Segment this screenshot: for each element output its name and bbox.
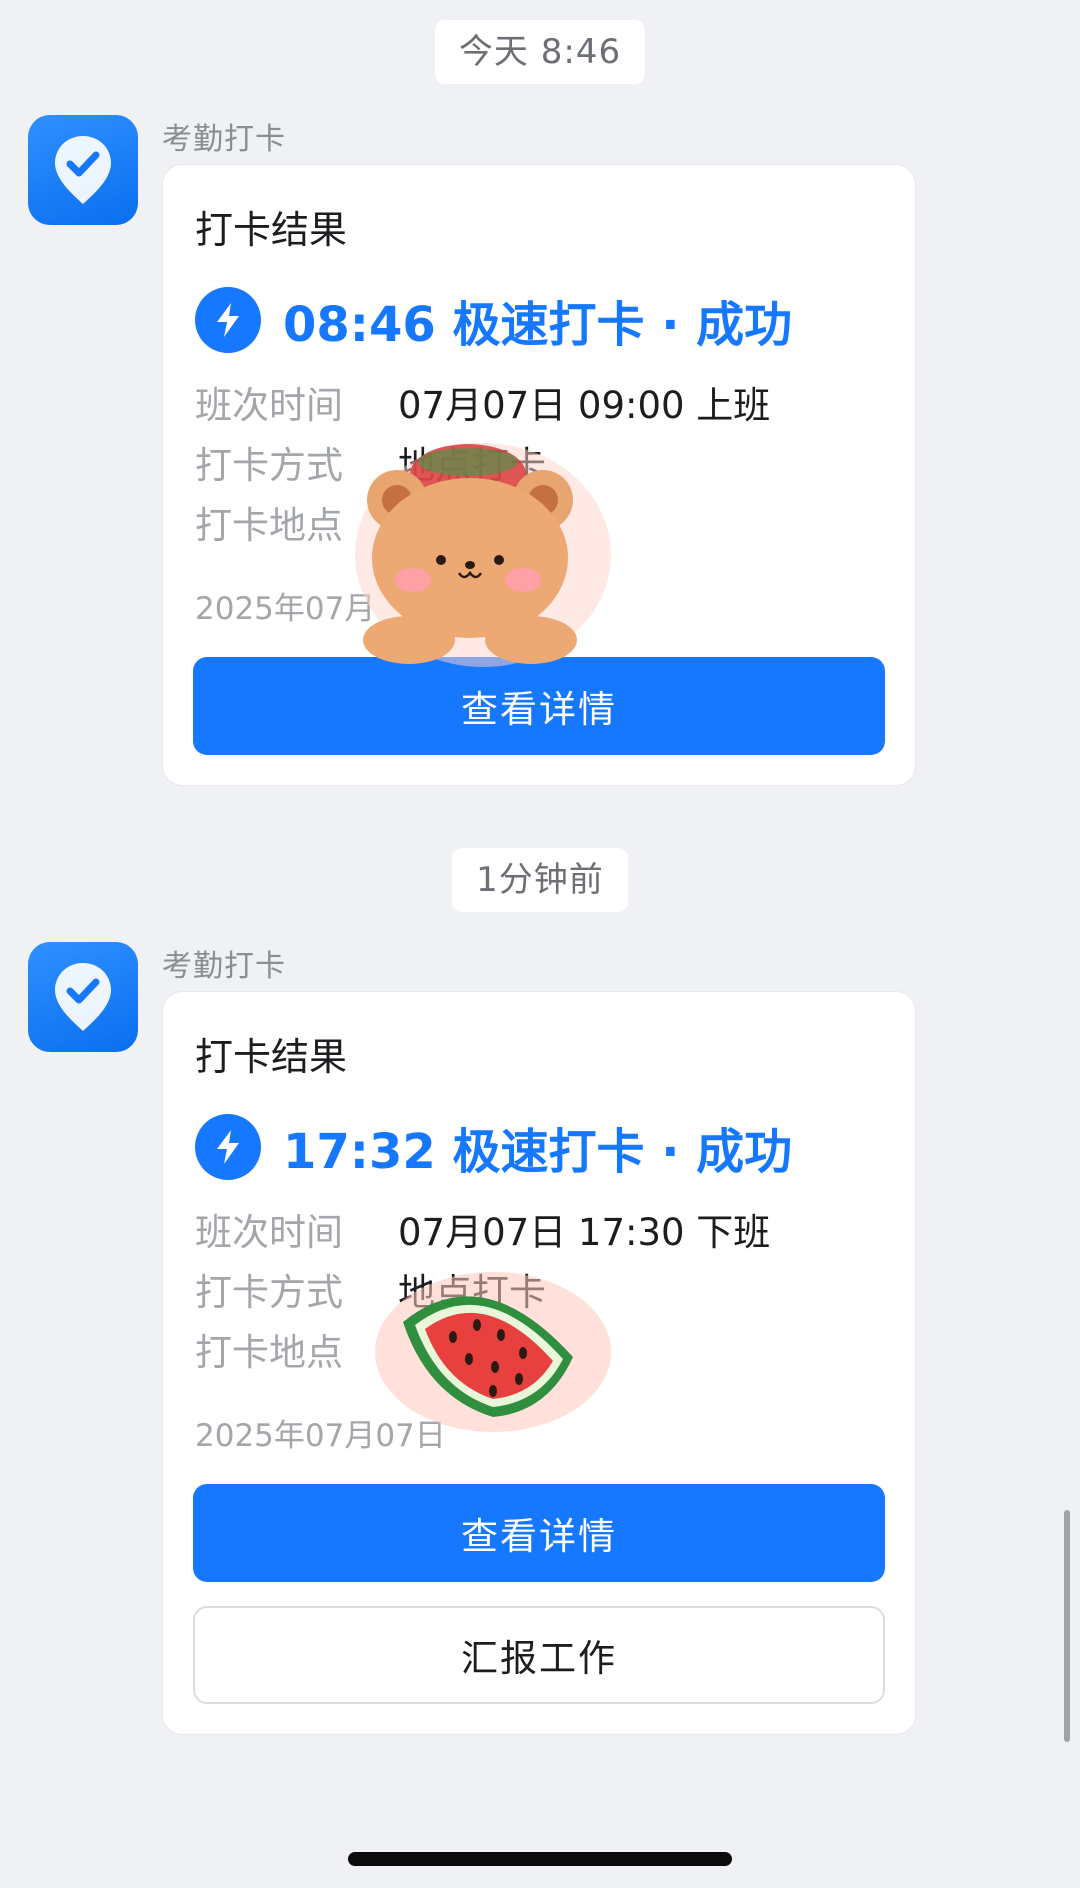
- checkin-status-text: 08:46 极速打卡 · 成功: [283, 297, 793, 353]
- shift-time-value: 07月07日 17:30 下班: [398, 1211, 771, 1254]
- card-title: 打卡结果: [195, 1035, 348, 1079]
- view-details-button[interactable]: 查看详情: [193, 657, 885, 755]
- location-check-icon: [55, 136, 111, 204]
- bear-sticker: [355, 443, 611, 667]
- card-title: 打卡结果: [195, 208, 348, 252]
- timestamp-chip: 今天 8:46: [434, 20, 646, 84]
- view-details-button[interactable]: 查看详情: [193, 1484, 885, 1582]
- shift-time-row: 班次时间 07月07日 17:30 下班: [195, 1202, 770, 1256]
- timestamp-chip: 1分钟前: [452, 848, 628, 912]
- attendance-app-avatar[interactable]: [28, 115, 138, 225]
- checkin-status-text: 17:32 极速打卡 · 成功: [283, 1124, 793, 1180]
- location-check-icon: [55, 963, 111, 1031]
- checkin-result-card[interactable]: 打卡结果 17:32 极速打卡 · 成功 班次时间 07月07日 17:30 下…: [162, 991, 916, 1735]
- checkin-status: 17:32 极速打卡 · 成功: [195, 1112, 792, 1182]
- checkin-location-row: 打卡地点: [195, 1322, 398, 1376]
- attendance-app-avatar[interactable]: [28, 942, 138, 1052]
- chat-screen: 今天 8:46 考勤打卡 打卡结果 08:46 极速打卡 · 成功 班次时间 0…: [0, 0, 1080, 1888]
- lightning-bolt-icon: [195, 287, 261, 353]
- scrollbar[interactable]: [1064, 1510, 1070, 1742]
- watermelon-sticker: [375, 1272, 611, 1432]
- checkin-location-label: 打卡地点: [195, 1331, 343, 1374]
- shift-time-value: 07月07日 09:00 上班: [398, 384, 771, 427]
- checkin-date: 2025年07月: [195, 591, 376, 627]
- checkin-result-card[interactable]: 打卡结果 08:46 极速打卡 · 成功 班次时间 07月07日 09:00 上…: [162, 164, 916, 786]
- shift-time-label: 班次时间: [195, 1211, 343, 1254]
- home-indicator[interactable]: [348, 1852, 732, 1866]
- lightning-bolt-icon: [195, 1114, 261, 1180]
- report-work-button[interactable]: 汇报工作: [193, 1606, 885, 1704]
- sender-name: 考勤打卡: [162, 949, 286, 984]
- shift-time-row: 班次时间 07月07日 09:00 上班: [195, 375, 770, 429]
- checkin-status: 08:46 极速打卡 · 成功: [195, 285, 792, 355]
- sender-name: 考勤打卡: [162, 122, 286, 157]
- checkin-method-label: 打卡方式: [195, 1271, 343, 1314]
- shift-time-label: 班次时间: [195, 384, 343, 427]
